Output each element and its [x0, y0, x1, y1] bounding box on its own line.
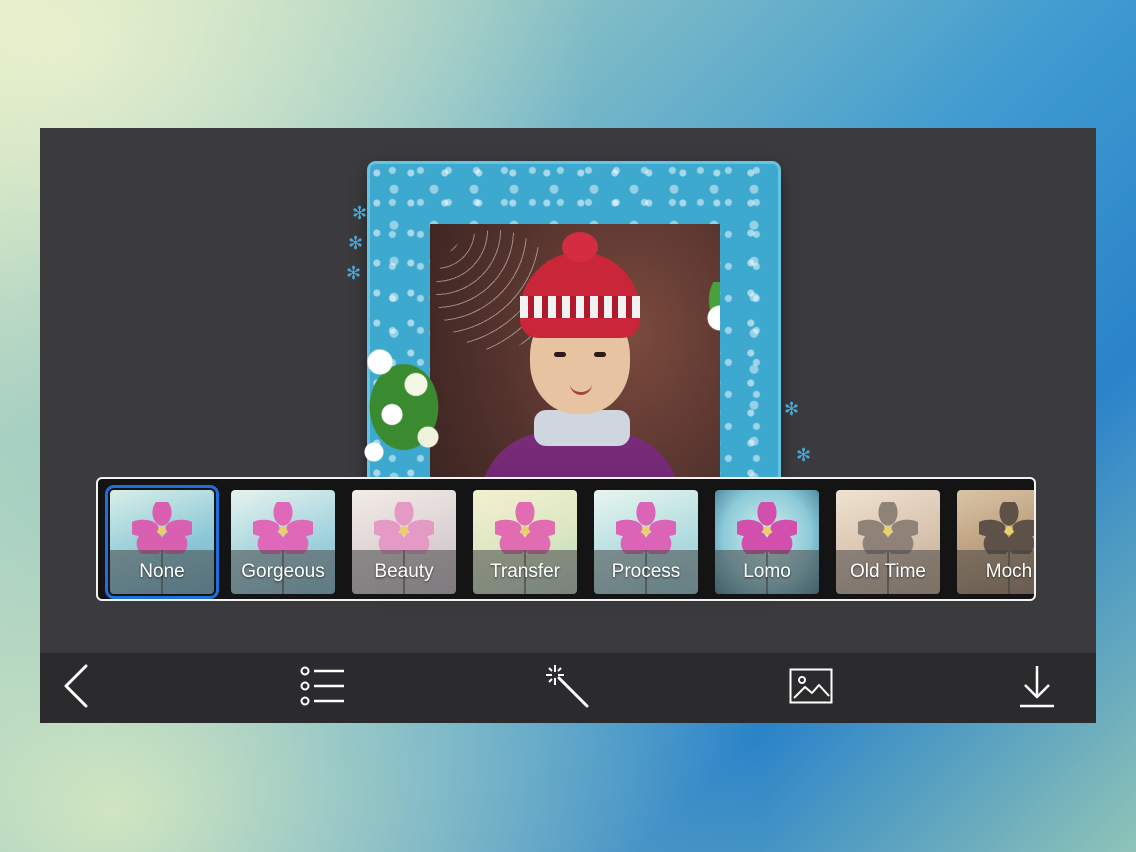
download-icon: [1018, 664, 1056, 713]
flower-thumbnail-icon: [495, 502, 555, 554]
star-flower-icon: ✻: [346, 263, 362, 283]
flower-cluster-left: [344, 332, 464, 482]
filter-gorgeous[interactable]: Gorgeous: [231, 490, 335, 594]
filter-transfer[interactable]: Transfer: [473, 490, 577, 594]
child-eye-left: [554, 352, 566, 357]
filter-old-time[interactable]: Old Time: [836, 490, 940, 594]
chevron-left-icon: [62, 664, 92, 713]
filter-label: Transfer: [489, 561, 561, 582]
filter-lomo[interactable]: Lomo: [715, 490, 819, 594]
filter-label: None: [139, 561, 185, 582]
star-flower-icon: ✻: [348, 233, 364, 253]
filter-label: Lomo: [743, 561, 791, 582]
child-eye-right: [594, 352, 606, 357]
filter-process[interactable]: Process: [594, 490, 698, 594]
flower-thumbnail-icon: [374, 502, 434, 554]
star-flower-icon: ✻: [352, 203, 368, 223]
flower-thumbnail-icon: [858, 502, 918, 554]
star-flower-icon: ✻: [784, 399, 800, 419]
magic-wand-icon: [545, 664, 591, 713]
filter-label: Gorgeous: [241, 561, 325, 582]
star-flower-icon: ✻: [796, 445, 812, 465]
filter-none[interactable]: None: [105, 485, 219, 599]
hat-band: [520, 296, 640, 318]
flower-cluster-right: [698, 282, 720, 372]
app-window: ✻ ✻ ✻ ✻ ✻ None Gorgeous Beauty Transfer …: [40, 128, 1096, 723]
flower-thumbnail-icon: [616, 502, 676, 554]
filter-beauty[interactable]: Beauty: [352, 490, 456, 594]
back-button[interactable]: [53, 664, 101, 712]
flower-thumbnail-icon: [253, 502, 313, 554]
photo-button[interactable]: [787, 664, 835, 712]
list-icon: [300, 666, 346, 711]
filter-label: Process: [611, 561, 681, 582]
child-scarf: [534, 410, 630, 446]
filter-moch[interactable]: Moch: [957, 490, 1034, 594]
flower-thumbnail-icon: [979, 502, 1034, 554]
filter-label: Beauty: [374, 561, 434, 582]
image-icon: [789, 668, 833, 709]
save-button[interactable]: [1013, 664, 1061, 712]
flower-thumbnail-icon: [132, 502, 192, 554]
filter-label: Old Time: [849, 561, 927, 582]
filter-strip[interactable]: None Gorgeous Beauty Transfer Process Lo…: [96, 477, 1036, 601]
filter-label: Moch: [985, 561, 1033, 582]
bottom-toolbar: [40, 653, 1096, 723]
flower-thumbnail-icon: [737, 502, 797, 554]
hat-pompom: [562, 232, 598, 262]
effects-button[interactable]: [544, 664, 592, 712]
frames-list-button[interactable]: [299, 664, 347, 712]
